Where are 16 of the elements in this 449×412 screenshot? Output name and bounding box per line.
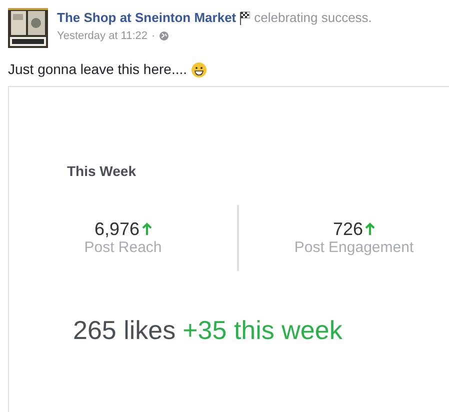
checkered-flag-icon <box>240 11 250 25</box>
stat-label: Post Reach <box>84 239 162 257</box>
likes-count: 265 likes <box>73 315 176 345</box>
likes-change: +35 this week <box>182 315 342 345</box>
card-title: This Week <box>67 162 136 181</box>
author-link[interactable]: The Shop at Sneinton Market <box>57 10 236 26</box>
up-arrow-icon <box>365 222 376 236</box>
separator-dot: · <box>152 29 156 44</box>
stat-value: 6,976 <box>94 219 140 239</box>
globe-icon <box>159 31 170 42</box>
up-arrow-icon <box>142 222 152 236</box>
stat-value: 726 <box>332 219 364 239</box>
post-text: Just gonna leave this here.... <box>8 60 187 79</box>
activity-text: celebrating success. <box>254 10 372 26</box>
smiley-icon <box>191 62 207 78</box>
stat-label: Post Engagement <box>294 239 414 257</box>
